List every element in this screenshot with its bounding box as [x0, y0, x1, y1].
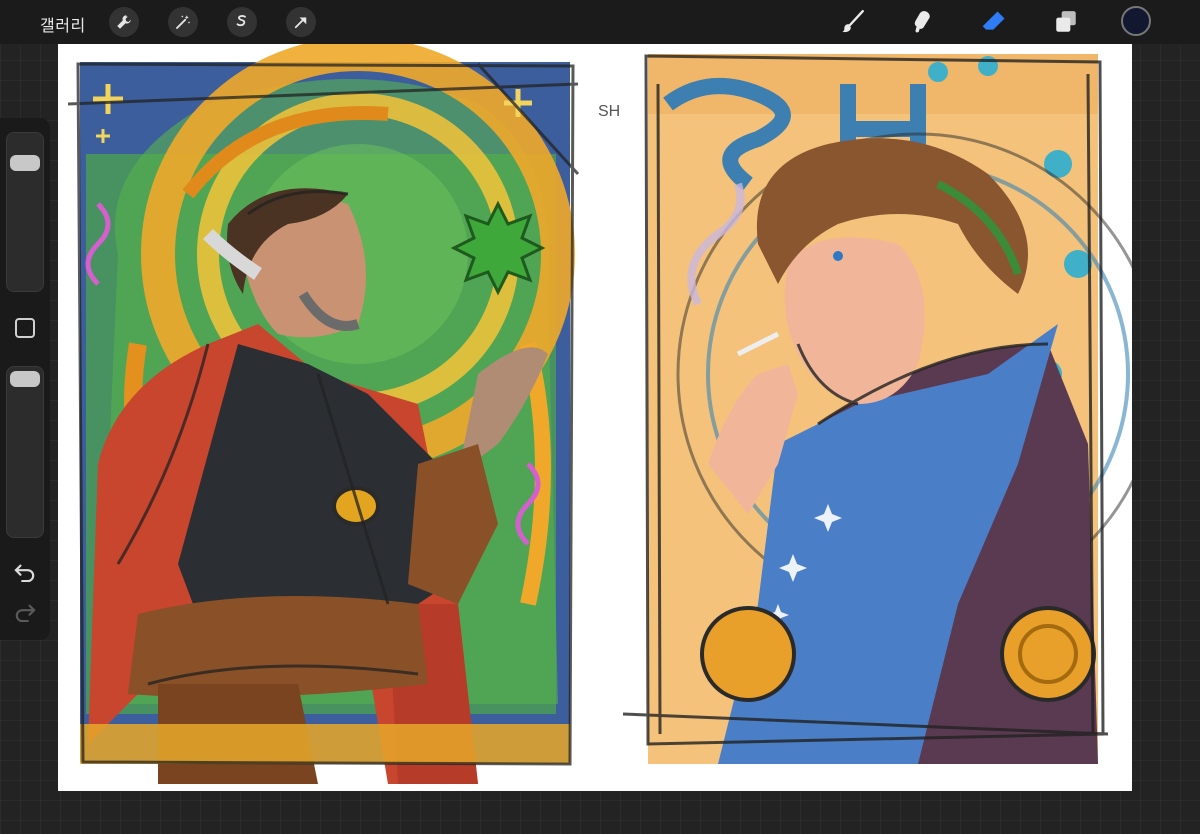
sketch-artwork: SH [67, 44, 1132, 784]
top-toolbar: 갤러리 [0, 0, 1200, 44]
brush-tool[interactable] [837, 6, 869, 38]
opacity-slider[interactable] [6, 366, 44, 538]
wrench-icon [117, 15, 131, 29]
brush-icon [842, 9, 864, 33]
sketch-annotation: SH [598, 103, 620, 120]
actions-button[interactable] [109, 7, 139, 37]
opacity-thumb[interactable] [10, 371, 40, 387]
selection-button[interactable] [227, 7, 257, 37]
color-picker[interactable] [1121, 6, 1151, 36]
left-illustration [67, 44, 580, 784]
brush-size-slider[interactable] [6, 132, 44, 292]
layers-icon [1056, 11, 1076, 32]
undo-button[interactable] [12, 560, 38, 584]
drawing-canvas[interactable]: SH [58, 44, 1132, 791]
transform-arrow-icon [294, 17, 307, 29]
left-sidebar [0, 118, 50, 640]
undo-icon [14, 564, 35, 582]
eraser-icon [981, 11, 1005, 31]
magic-wand-icon [176, 15, 191, 29]
modify-button[interactable] [15, 318, 35, 338]
smudge-tool[interactable] [906, 6, 938, 38]
layers-tool[interactable] [1050, 6, 1082, 38]
smudge-icon [914, 11, 930, 33]
right-illustration: SH [598, 54, 1132, 764]
eraser-tool[interactable] [978, 6, 1010, 38]
transform-button[interactable] [286, 7, 316, 37]
brush-size-thumb[interactable] [10, 155, 40, 171]
redo-icon [15, 604, 36, 622]
gallery-button[interactable]: 갤러리 [40, 12, 86, 36]
adjustments-button[interactable] [168, 7, 198, 37]
redo-button[interactable] [12, 600, 38, 624]
selection-icon [236, 15, 246, 27]
